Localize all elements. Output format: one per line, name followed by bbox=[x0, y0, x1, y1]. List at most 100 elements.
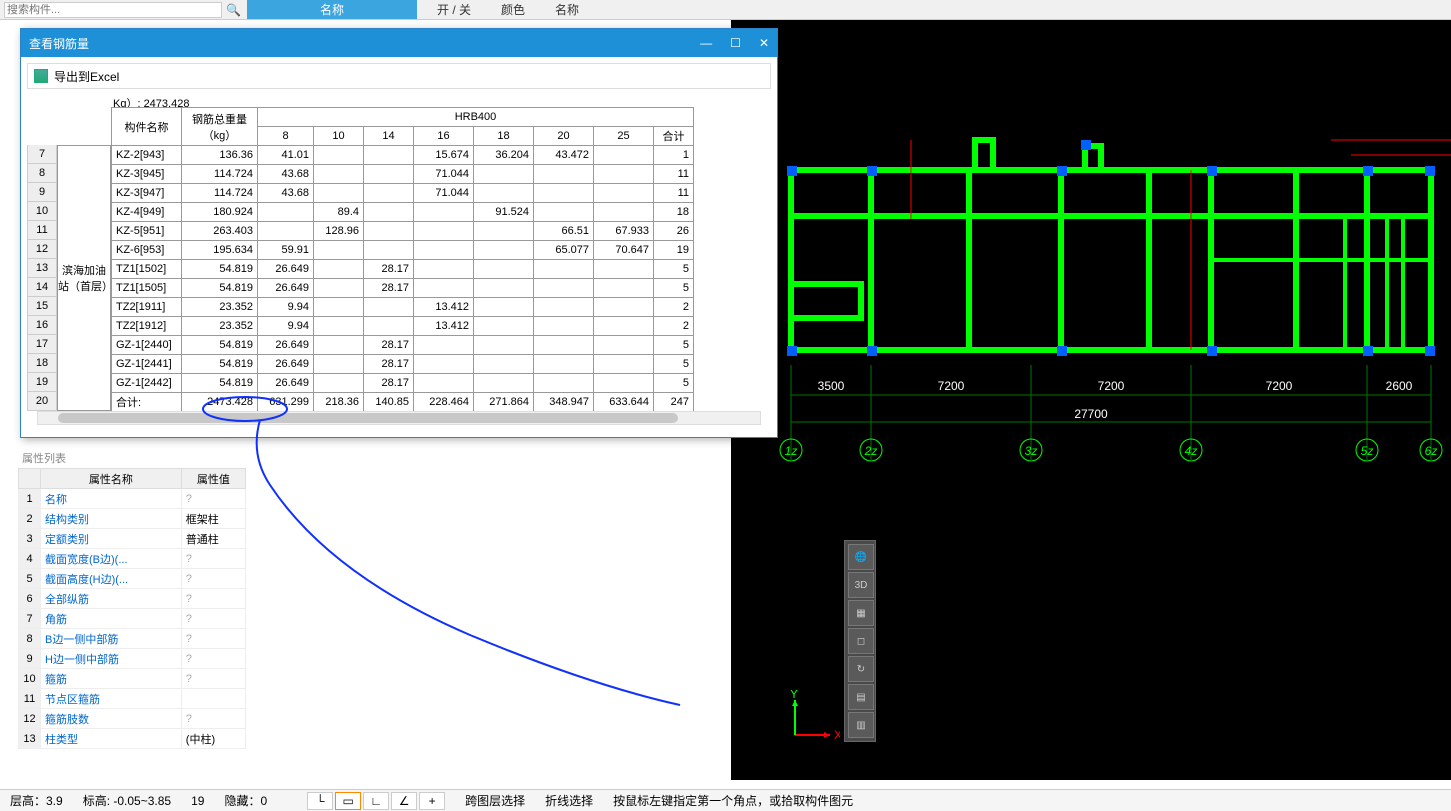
view-toolbar: 🌐 3D ▦ ◻ ↻ ▤ ▥ bbox=[844, 540, 876, 742]
prop-value[interactable] bbox=[181, 689, 245, 709]
prop-row[interactable]: 4截面宽度(B边)(...? bbox=[19, 549, 246, 569]
table-row[interactable]: KZ-3[945]114.72443.6871.04411 bbox=[112, 165, 694, 184]
prop-row[interactable]: 6全部纵筋? bbox=[19, 589, 246, 609]
prop-row[interactable]: 3定额类别普通柱 bbox=[19, 529, 246, 549]
table-row[interactable]: KZ-3[947]114.72443.6871.04411 bbox=[112, 184, 694, 203]
row-num[interactable]: 15 bbox=[27, 297, 57, 316]
view-box2-icon[interactable]: ◻ bbox=[848, 628, 874, 654]
row-num[interactable]: 9 bbox=[27, 183, 57, 202]
prop-row[interactable]: 13柱类型(中柱) bbox=[19, 729, 246, 749]
cell-val bbox=[314, 165, 364, 184]
cell-val: 66.51 bbox=[534, 222, 594, 241]
ortho-icon[interactable]: ▭ bbox=[335, 792, 361, 810]
cell-val bbox=[414, 355, 474, 374]
prop-value[interactable]: ? bbox=[181, 669, 245, 689]
table-row[interactable]: TZ2[1911]23.3529.9413.4122 bbox=[112, 298, 694, 317]
table-row[interactable]: TZ1[1505]54.81926.64928.175 bbox=[112, 279, 694, 298]
export-excel-button[interactable]: 导出到Excel bbox=[54, 68, 119, 85]
table-row[interactable]: KZ-2[943]136.3641.0115.67436.20443.4721 bbox=[112, 146, 694, 165]
prop-row[interactable]: 5截面高度(H边)(...? bbox=[19, 569, 246, 589]
prop-value[interactable]: (中柱) bbox=[181, 729, 245, 749]
prop-value[interactable]: ? bbox=[181, 709, 245, 729]
th-size: 14 bbox=[364, 127, 414, 146]
row-num[interactable]: 13 bbox=[27, 259, 57, 278]
maximize-icon[interactable]: ☐ bbox=[730, 36, 741, 50]
h-scrollbar[interactable] bbox=[37, 411, 761, 425]
prop-value[interactable]: 框架柱 bbox=[181, 509, 245, 529]
table-row[interactable]: GZ-1[2442]54.81926.64928.175 bbox=[112, 374, 694, 393]
view-3d-icon[interactable]: 3D bbox=[848, 572, 874, 598]
table-row[interactable]: KZ-5[951]263.403128.9666.5167.93326 bbox=[112, 222, 694, 241]
prop-value[interactable]: ? bbox=[181, 549, 245, 569]
table-row[interactable]: GZ-1[2440]54.81926.64928.175 bbox=[112, 336, 694, 355]
row-num[interactable]: 12 bbox=[27, 240, 57, 259]
angle-icon[interactable]: ∠ bbox=[391, 792, 417, 810]
prop-index: 8 bbox=[19, 629, 41, 649]
close-icon[interactable]: ✕ bbox=[759, 36, 769, 50]
cell-val bbox=[534, 355, 594, 374]
view-box1-icon[interactable]: ▦ bbox=[848, 600, 874, 626]
table-row[interactable]: TZ2[1912]23.3529.9413.4122 bbox=[112, 317, 694, 336]
cell-val bbox=[594, 336, 654, 355]
cell-val bbox=[474, 355, 534, 374]
prop-row[interactable]: 11节点区箍筋 bbox=[19, 689, 246, 709]
cell-val bbox=[594, 317, 654, 336]
cross-icon[interactable]: + bbox=[419, 792, 445, 810]
table-row[interactable]: GZ-1[2441]54.81926.64928.175 bbox=[112, 355, 694, 374]
table-row[interactable]: 合计:2473.428631.299218.36140.85228.464271… bbox=[112, 393, 694, 412]
row-num[interactable]: 10 bbox=[27, 202, 57, 221]
prop-index: 9 bbox=[19, 649, 41, 669]
h-scroll-thumb[interactable] bbox=[58, 413, 678, 423]
prop-value[interactable]: 普通柱 bbox=[181, 529, 245, 549]
row-num[interactable]: 8 bbox=[27, 164, 57, 183]
name-tab[interactable]: 名称 bbox=[247, 0, 417, 19]
view-rotate-icon[interactable]: ↻ bbox=[848, 656, 874, 682]
table-row[interactable]: KZ-4[949]180.92489.491.52418 bbox=[112, 203, 694, 222]
grid-icon[interactable]: ∟ bbox=[363, 792, 389, 810]
row-num[interactable]: 17 bbox=[27, 335, 57, 354]
excel-icon[interactable] bbox=[34, 69, 48, 83]
status-polyline[interactable]: 折线选择 bbox=[545, 792, 593, 809]
prop-row[interactable]: 2结构类别框架柱 bbox=[19, 509, 246, 529]
prop-row[interactable]: 9H边一侧中部筋? bbox=[19, 649, 246, 669]
view-grid2-icon[interactable]: ▥ bbox=[848, 712, 874, 738]
prop-value[interactable]: ? bbox=[181, 569, 245, 589]
row-num[interactable]: 14 bbox=[27, 278, 57, 297]
cell-val bbox=[474, 165, 534, 184]
cell-val: 11 bbox=[654, 165, 694, 184]
row-num[interactable]: 19 bbox=[27, 373, 57, 392]
search-icon[interactable]: 🔍 bbox=[226, 3, 241, 17]
view-grid-icon[interactable]: ▤ bbox=[848, 684, 874, 710]
row-num[interactable]: 7 bbox=[27, 145, 57, 164]
table-row[interactable]: TZ1[1502]54.81926.64928.175 bbox=[112, 260, 694, 279]
row-num[interactable]: 18 bbox=[27, 354, 57, 373]
table-row[interactable]: KZ-6[953]195.63459.9165.07770.64719 bbox=[112, 241, 694, 260]
cell-weight: 54.819 bbox=[182, 336, 258, 355]
cell-val: 1 bbox=[654, 146, 694, 165]
view-3d-globe-icon[interactable]: 🌐 bbox=[848, 544, 874, 570]
dialog-titlebar[interactable]: 查看钢筋量 — ☐ ✕ bbox=[21, 29, 777, 57]
prop-value[interactable]: ? bbox=[181, 649, 245, 669]
prop-value[interactable]: ? bbox=[181, 629, 245, 649]
snap-icon[interactable]: └ bbox=[307, 792, 333, 810]
cell-val bbox=[314, 298, 364, 317]
prop-row[interactable]: 7角筋? bbox=[19, 609, 246, 629]
prop-row[interactable]: 12箍筋肢数? bbox=[19, 709, 246, 729]
search-input[interactable] bbox=[4, 2, 222, 18]
row-num[interactable]: 16 bbox=[27, 316, 57, 335]
cad-canvas[interactable]: 3500 7200 7200 7200 2600 27700 1z2z3z4z5… bbox=[731, 20, 1451, 780]
cell-val bbox=[534, 374, 594, 393]
prop-value[interactable]: ? bbox=[181, 489, 245, 509]
prop-row[interactable]: 10箍筋? bbox=[19, 669, 246, 689]
cell-val bbox=[474, 279, 534, 298]
prop-value[interactable]: ? bbox=[181, 609, 245, 629]
prop-value[interactable]: ? bbox=[181, 589, 245, 609]
row-num[interactable]: 20 bbox=[27, 392, 57, 411]
row-num[interactable]: 11 bbox=[27, 221, 57, 240]
cell-val bbox=[364, 241, 414, 260]
status-cross-layer[interactable]: 跨图层选择 bbox=[465, 792, 525, 809]
minimize-icon[interactable]: — bbox=[700, 36, 712, 50]
prop-row[interactable]: 1名称? bbox=[19, 489, 246, 509]
cell-weight: 23.352 bbox=[182, 317, 258, 336]
prop-row[interactable]: 8B边一侧中部筋? bbox=[19, 629, 246, 649]
